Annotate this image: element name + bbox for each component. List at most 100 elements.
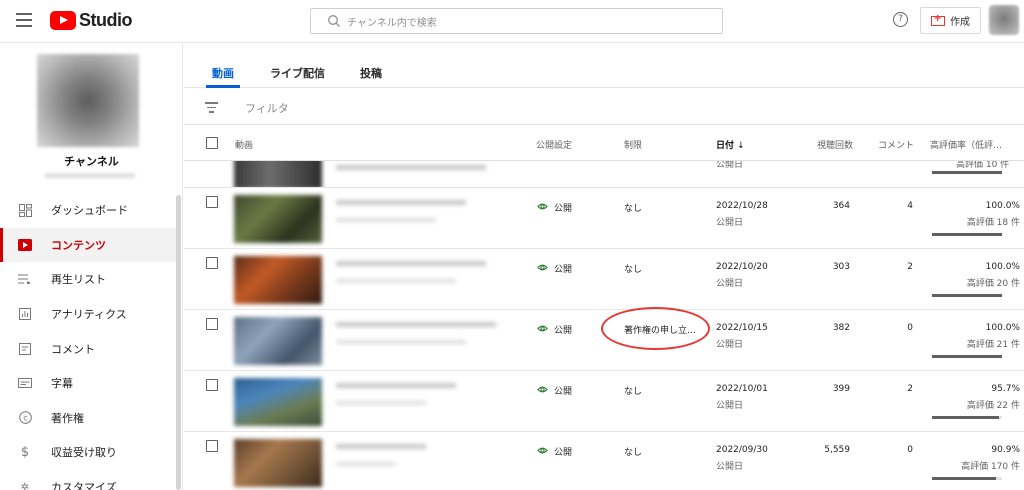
views-value: 5,559 <box>824 445 850 455</box>
likes-count: 高評価 170 件 <box>961 462 1020 472</box>
main-content: 動画 ライブ配信 投稿 フィルタ 動画 公開設定 制限 日付 ↓ 視聴回数 コメ… <box>184 43 1024 490</box>
video-description-blurred <box>336 218 436 222</box>
video-thumbnail[interactable] <box>234 161 322 187</box>
row-checkbox[interactable] <box>206 379 218 391</box>
help-icon[interactable]: ? <box>893 12 908 27</box>
like-percent: 90.9% <box>991 445 1020 455</box>
top-bar: Studio チャンネル内で検索 ? 作成 <box>0 0 1024 42</box>
filter-bar[interactable]: フィルタ <box>184 89 1024 125</box>
restriction-value[interactable]: なし <box>624 445 642 458</box>
subtitles-icon <box>18 376 32 390</box>
table-row-partial[interactable]: 公開日 高評価 10 件 <box>184 161 1024 188</box>
like-ratio-bar <box>932 416 1002 419</box>
select-all-checkbox[interactable] <box>206 137 218 149</box>
column-visibility[interactable]: 公開設定 <box>536 138 572 151</box>
sidebar-item-comments[interactable]: コメント <box>0 331 176 366</box>
logo-text: Studio <box>79 10 133 30</box>
views-value: 399 <box>832 384 850 394</box>
sidebar: チャンネル ダッシュボード コンテンツ 再生リスト アナリティクス コメント 字… <box>0 43 183 490</box>
views-value: 382 <box>832 323 850 333</box>
column-comments[interactable]: コメント <box>878 138 914 151</box>
create-button[interactable]: 作成 <box>920 7 981 34</box>
sidebar-scrollbar[interactable] <box>176 195 181 490</box>
table-row[interactable]: 公開 なし 2022/09/30 公開日 5,559 0 90.9% 高評価 170 件 <box>184 432 1024 490</box>
account-avatar[interactable] <box>989 5 1019 35</box>
channel-avatar[interactable] <box>37 54 139 147</box>
restriction-value[interactable]: なし <box>624 384 642 397</box>
search-input[interactable]: チャンネル内で検索 <box>310 8 723 34</box>
row-checkbox[interactable] <box>206 440 218 452</box>
table-row[interactable]: 公開 なし 2022/10/20 公開日 303 2 100.0% 高評価 20 件 <box>184 249 1024 310</box>
sidebar-item-label: 再生リスト <box>51 273 106 287</box>
tab-live[interactable]: ライブ配信 <box>270 65 325 81</box>
views-value: 303 <box>832 262 850 272</box>
tab-posts[interactable]: 投稿 <box>360 65 382 81</box>
video-title-blurred[interactable] <box>336 200 466 205</box>
sidebar-item-label: コンテンツ <box>51 238 106 252</box>
comments-value: 2 <box>907 262 913 272</box>
column-video: 動画 <box>235 141 254 151</box>
restriction-value[interactable]: なし <box>624 201 642 214</box>
sidebar-item-analytics[interactable]: アナリティクス <box>0 297 176 332</box>
sidebar-item-label: 字幕 <box>51 377 73 391</box>
likes-count: 高評価 18 件 <box>966 218 1020 228</box>
table-row[interactable]: 公開 なし 2022/10/28 公開日 364 4 100.0% 高評価 18 件 <box>184 188 1024 249</box>
video-plus-icon <box>931 13 945 26</box>
sidebar-item-label: ダッシュボード <box>51 204 128 218</box>
sidebar-item-earn[interactable]: $ 収益受け取り <box>0 435 176 470</box>
sidebar-item-content[interactable]: コンテンツ <box>0 227 176 263</box>
copyright-icon: c <box>18 411 32 425</box>
sidebar-item-label: コメント <box>51 342 95 356</box>
likes-count: 高評価 21 件 <box>966 340 1020 350</box>
video-title-blurred[interactable] <box>336 444 426 449</box>
sidebar-item-playlists[interactable]: 再生リスト <box>0 262 176 297</box>
sidebar-item-customize[interactable]: ✲ カスタマイズ <box>0 470 176 490</box>
comments-value: 2 <box>907 384 913 394</box>
date-sub: 公開日 <box>716 161 744 170</box>
visibility-value[interactable]: 公開 <box>554 262 572 275</box>
video-thumbnail[interactable] <box>234 439 322 487</box>
filter-label: フィルタ <box>245 102 289 115</box>
column-likes[interactable]: 高評価率（低評… <box>930 138 1002 151</box>
video-thumbnail[interactable] <box>234 378 322 426</box>
eye-icon <box>537 325 548 332</box>
menu-icon[interactable] <box>16 13 32 27</box>
column-views[interactable]: 視聴回数 <box>817 138 853 151</box>
video-thumbnail[interactable] <box>234 195 322 243</box>
like-ratio-fill <box>932 355 1002 358</box>
video-title-blurred[interactable] <box>336 261 486 266</box>
sort-down-arrow-icon: ↓ <box>737 141 745 151</box>
tab-videos[interactable]: 動画 <box>212 65 234 81</box>
visibility-value[interactable]: 公開 <box>554 384 572 397</box>
video-title-blurred[interactable] <box>336 383 456 388</box>
analytics-icon <box>18 307 32 321</box>
eye-icon <box>537 447 548 454</box>
search-icon <box>328 15 340 27</box>
sidebar-item-copyright[interactable]: c 著作権 <box>0 401 176 436</box>
sidebar-item-label: アナリティクス <box>51 308 127 322</box>
table-row[interactable]: 公開 著作権の申し立… 2022/10/15 公開日 382 0 100.0% 高評価 21 … <box>184 310 1024 371</box>
sidebar-item-subtitles[interactable]: 字幕 <box>0 366 176 401</box>
restriction-value[interactable]: なし <box>624 262 642 275</box>
video-thumbnail[interactable] <box>234 256 322 304</box>
studio-logo[interactable]: Studio <box>50 10 133 31</box>
video-thumbnail[interactable] <box>234 317 322 365</box>
sidebar-item-dashboard[interactable]: ダッシュボード <box>0 193 176 228</box>
row-checkbox[interactable] <box>206 318 218 330</box>
visibility-value[interactable]: 公開 <box>554 201 572 214</box>
column-restrictions[interactable]: 制限 <box>624 138 642 151</box>
sidebar-item-label: 収益受け取り <box>51 446 117 460</box>
video-title-blurred[interactable] <box>336 322 496 327</box>
visibility-value[interactable]: 公開 <box>554 445 572 458</box>
row-checkbox[interactable] <box>206 257 218 269</box>
comments-value: 0 <box>907 445 913 455</box>
row-checkbox[interactable] <box>206 196 218 208</box>
sidebar-item-label: 著作権 <box>51 411 84 425</box>
earn-icon: $ <box>20 444 30 460</box>
table-row[interactable]: 公開 なし 2022/10/01 公開日 399 2 95.7% 高評価 22 件 <box>184 371 1024 432</box>
search-placeholder: チャンネル内で検索 <box>347 17 437 29</box>
date-value: 2022/10/01 <box>716 384 768 394</box>
eye-icon <box>537 203 548 210</box>
visibility-value[interactable]: 公開 <box>554 323 572 336</box>
column-date[interactable]: 日付 ↓ <box>716 138 745 151</box>
